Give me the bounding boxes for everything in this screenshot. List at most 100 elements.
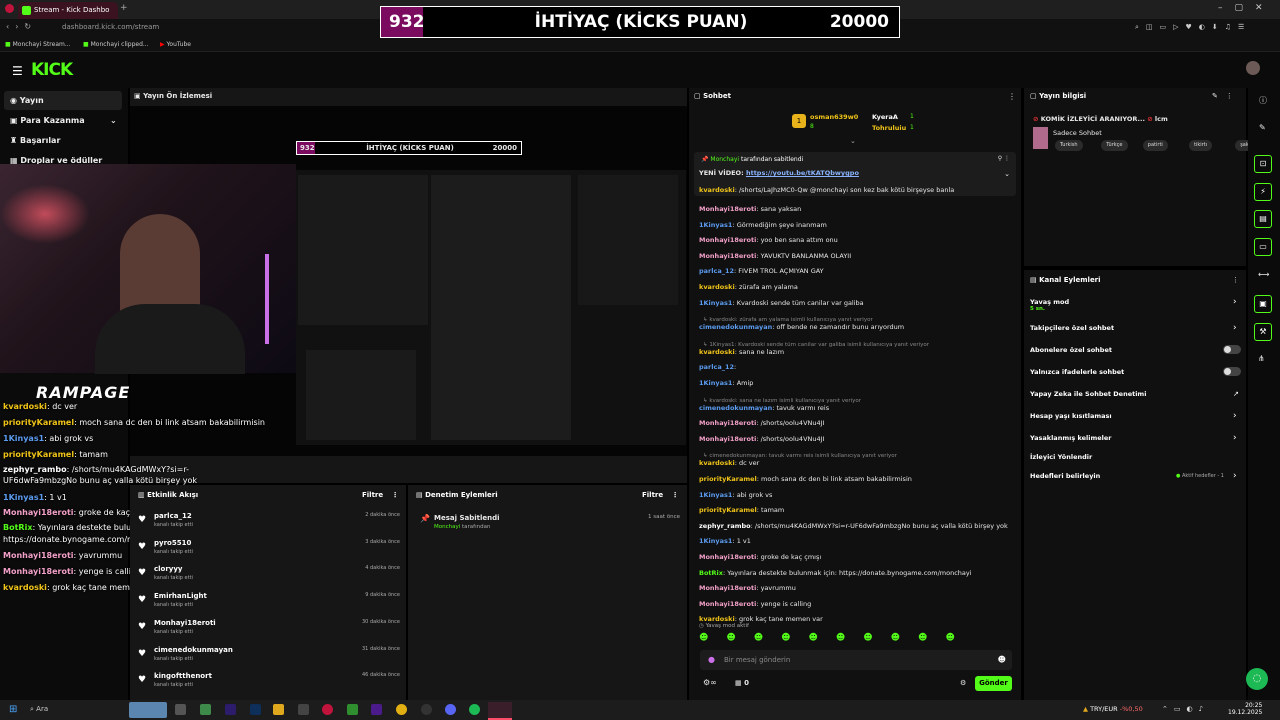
chrome-icon[interactable]: [396, 704, 407, 715]
chat-message[interactable]: Monhayi18eroti: yoo ben sana attım onu: [699, 236, 838, 244]
toggle-switch[interactable]: [1223, 345, 1241, 354]
chat-message[interactable]: Monhayi18eroti: /shorts/oolu4VNu4JI: [699, 435, 824, 443]
channel-action-item[interactable]: Hedefleri belirleyin: [1030, 472, 1100, 480]
photoshop-icon[interactable]: [250, 704, 261, 715]
clock[interactable]: 20:25 19.12.2025: [1228, 702, 1262, 716]
kick-logo[interactable]: KICK: [31, 60, 73, 80]
chat-message[interactable]: kvardoski: zürafa am yalama: [699, 283, 798, 291]
chevron-right-icon[interactable]: ›: [1233, 471, 1237, 481]
chat-message[interactable]: kvardoski: sana ne lazım: [699, 348, 784, 356]
new-tab-icon[interactable]: +: [120, 3, 128, 13]
rail-doc-icon[interactable]: ▤: [1254, 210, 1272, 228]
menu-icon[interactable]: ☰: [12, 64, 23, 78]
activity-user[interactable]: Monhayi18eroti: [154, 619, 216, 627]
send-button[interactable]: Gönder: [975, 676, 1012, 691]
activity-row[interactable]: ♥ Monhayi18eroti kanalı takip etti 30 dakik…: [138, 619, 400, 645]
chat-username[interactable]: Monhayi18eroti: [699, 236, 756, 244]
chat-more-icon[interactable]: ⋮: [1008, 92, 1016, 101]
channel-action-item[interactable]: Yalnızca ifadelerle sohbet: [1030, 368, 1124, 376]
opera-active-icon[interactable]: [488, 702, 512, 720]
bookmark-1[interactable]: ■ Monchayi clipped...: [83, 41, 149, 48]
opera-icon[interactable]: [322, 704, 333, 715]
explorer-icon[interactable]: [273, 704, 284, 715]
chevron-right-icon[interactable]: ›: [1233, 433, 1237, 443]
taskview-icon[interactable]: [175, 704, 186, 715]
chat-username[interactable]: Monhayi18eroti: [699, 600, 756, 608]
activity-row[interactable]: ♥ kingoftthenort kanalı takip etti 46 dakik…: [138, 672, 400, 698]
chat-username[interactable]: cimenedokunmayan: [699, 323, 772, 331]
chevron-right-icon[interactable]: ›: [1233, 297, 1237, 307]
chat-username[interactable]: Monhayi18eroti: [699, 584, 756, 592]
currency-widget[interactable]: ▲ TRY/EUR -%0,50: [1083, 705, 1143, 713]
stream-tag[interactable]: patirti: [1142, 140, 1168, 151]
chevron-right-icon[interactable]: ›: [1233, 411, 1237, 421]
chat-username[interactable]: kvardoski: [699, 459, 735, 467]
windows-start-icon[interactable]: ⊞: [9, 704, 17, 715]
top-gifter-2[interactable]: KyeraA: [872, 113, 898, 121]
activity-filter-button[interactable]: Filtre ⋮: [362, 491, 399, 499]
channel-action-item[interactable]: Hesap yaşı kısıtlaması: [1030, 412, 1112, 420]
nav-arrows-icon[interactable]: ‹›↻: [6, 22, 37, 31]
rail-bolt-icon[interactable]: ⚡: [1254, 183, 1272, 201]
chat-username[interactable]: 1Kinyas1: [699, 491, 732, 499]
chat-message[interactable]: 1Kinyas1: Amip: [699, 379, 753, 387]
rail-share-icon[interactable]: ⋔: [1258, 354, 1265, 363]
tray-icons[interactable]: ⌃▭◐♪: [1162, 705, 1209, 713]
activity-row[interactable]: ♥ cloryyy kanalı takip etti 4 dakika önce: [138, 565, 400, 591]
url-field[interactable]: dashboard.kick.com/stream: [62, 23, 159, 31]
stream-tag[interactable]: tikirtı: [1189, 140, 1213, 151]
browser-tab[interactable]: Stream - Kick Dashbo: [18, 2, 118, 19]
chat-message[interactable]: 1Kinyas1: 1 v1: [699, 537, 751, 545]
chat-username[interactable]: Monhayi18eroti: [699, 435, 756, 443]
chat-username[interactable]: parlca_12: [699, 267, 734, 275]
chat-username[interactable]: Monhayi18eroti: [699, 252, 756, 260]
external-link-icon[interactable]: ↗: [1233, 390, 1239, 398]
chat-username[interactable]: priorityKaramel: [699, 506, 757, 514]
chat-message[interactable]: Monhayi18eroti: yavrummu: [699, 584, 796, 592]
app-icon-3[interactable]: [371, 704, 382, 715]
rail-chat-icon[interactable]: ▭: [1254, 238, 1272, 256]
emote-bar[interactable]: ☻☻☻☻☻☻☻☻☻☻: [699, 633, 1014, 645]
activity-row[interactable]: ♥ pyro5510 kanalı takip etti 3 dakika önce: [138, 539, 400, 565]
activity-row[interactable]: ♥ parlca_12 kanalı takip etti 2 dakika önce: [138, 512, 400, 538]
activity-user[interactable]: cimenedokunmayan: [154, 646, 233, 654]
chat-message[interactable]: BotRix: Yayınlara destekte bulunmak için…: [699, 569, 972, 577]
chevron-right-icon[interactable]: ›: [1233, 323, 1237, 333]
spotify-icon[interactable]: [469, 704, 480, 715]
chat-message[interactable]: priorityKaramel: tamam: [699, 506, 784, 514]
chat-message[interactable]: parlca_12:: [699, 363, 736, 371]
activity-user[interactable]: pyro5510: [154, 539, 191, 547]
stream-category[interactable]: Sadece Sohbet: [1053, 129, 1102, 137]
chat-message[interactable]: Monhayi18eroti: groke de kaç çmışı: [699, 553, 821, 561]
stream-tag[interactable]: Turkish: [1055, 140, 1083, 151]
rail-layout-icon[interactable]: ⊡: [1254, 155, 1272, 173]
chat-message[interactable]: 1Kinyas1: Görmediğim şeye inanmam: [699, 221, 827, 229]
chat-message[interactable]: Monhayi18eroti: YAVUKTV BANLANMA OLAYII: [699, 252, 851, 260]
activity-user[interactable]: EmirhanLight: [154, 592, 207, 600]
discord-icon[interactable]: [445, 704, 456, 715]
chat-username[interactable]: Monhayi18eroti: [699, 419, 756, 427]
channel-points[interactable]: ▦ 0: [735, 679, 749, 687]
chat-input-box[interactable]: ● Bir mesaj gönderin ☻: [700, 650, 1012, 670]
chat-username[interactable]: 1Kinyas1: [699, 299, 732, 307]
activity-user[interactable]: kingoftthenort: [154, 672, 212, 680]
bookmark-2[interactable]: ▶ YouTube: [160, 41, 191, 48]
sidebar-item-para-kazanma[interactable]: ▣ Para Kazanma ⌄: [10, 116, 117, 125]
xbox-icon[interactable]: [347, 704, 358, 715]
taskbar-search[interactable]: ⌕ Ara: [30, 705, 48, 714]
window-controls-icon[interactable]: –▢✕: [1218, 3, 1275, 13]
opera-logo-icon[interactable]: [5, 4, 14, 13]
chat-message[interactable]: zephyr_rambo: /shorts/mu4KAGdMWxY?si=r-U…: [699, 522, 1008, 530]
top-gifter-3[interactable]: Tohruluiu: [872, 124, 906, 132]
activity-user[interactable]: parlca_12: [154, 512, 192, 520]
edit-icon[interactable]: ✎: [1259, 123, 1266, 132]
chat-message[interactable]: cimenedokunmayan: tavuk varmı reis: [699, 404, 829, 412]
rail-wrench-icon[interactable]: ⚒: [1254, 323, 1272, 341]
chat-message[interactable]: priorityKaramel: moch sana dc den bi lin…: [699, 475, 912, 483]
channel-action-item[interactable]: Abonelere özel sohbet: [1030, 346, 1112, 354]
chat-username[interactable]: BotRix: [699, 569, 723, 577]
chat-username[interactable]: kvardoski: [699, 283, 735, 291]
user-avatar[interactable]: [1246, 61, 1260, 75]
channel-action-item[interactable]: Yasaklanmış kelimeler: [1030, 434, 1112, 442]
app-icon-2[interactable]: [298, 704, 309, 715]
